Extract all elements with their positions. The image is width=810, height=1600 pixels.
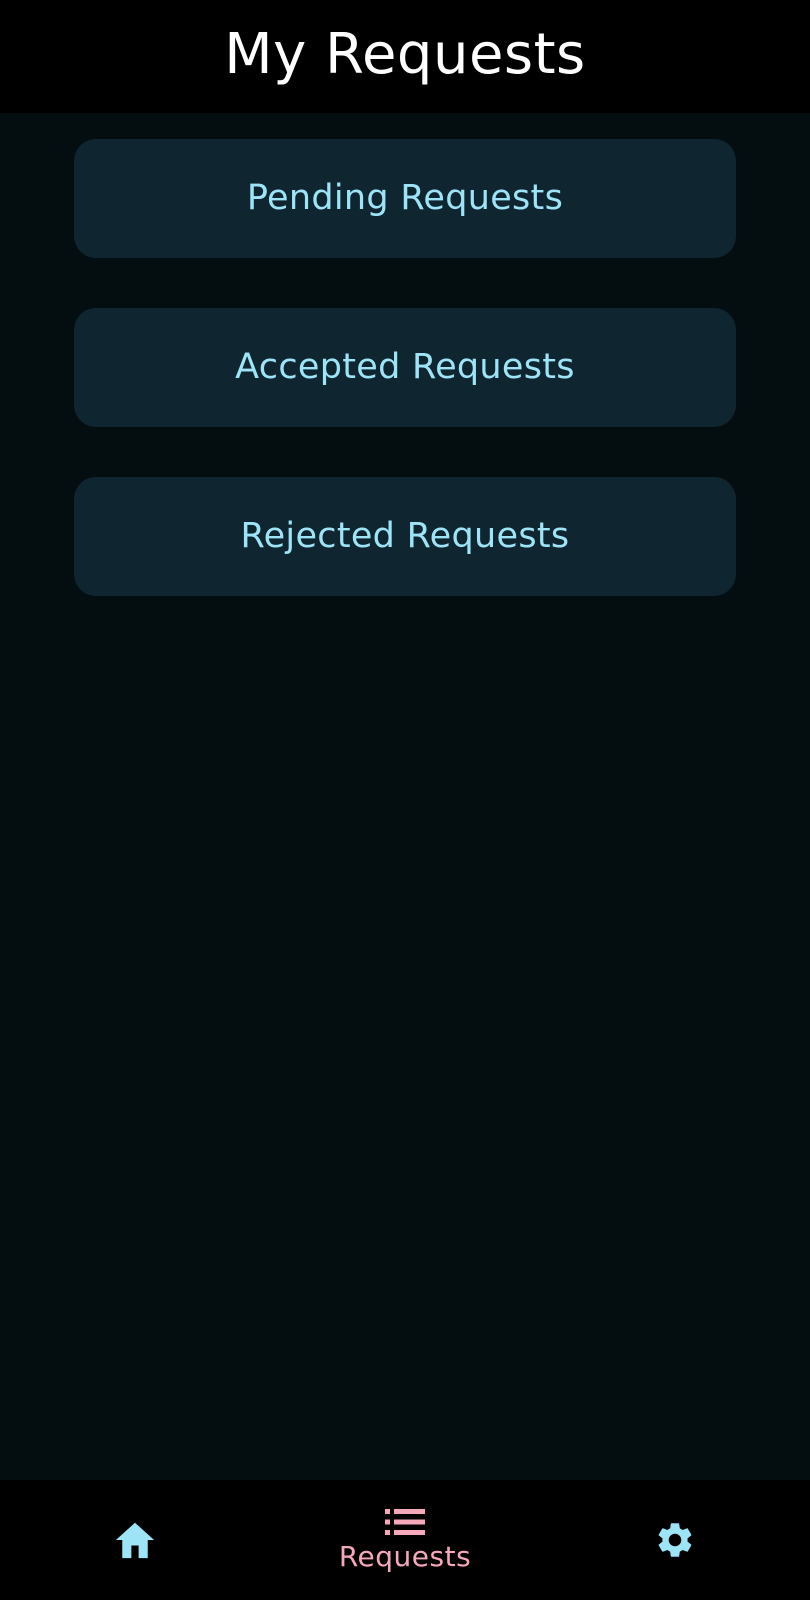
pending-requests-button[interactable]: Pending Requests <box>74 139 736 258</box>
gear-icon <box>654 1519 696 1561</box>
nav-item-requests[interactable]: Requests <box>325 1480 485 1600</box>
nav-item-settings[interactable] <box>595 1480 755 1600</box>
pending-requests-label: Pending Requests <box>246 178 564 218</box>
bottom-navigation: Requests <box>0 1480 810 1600</box>
rejected-requests-button[interactable]: Rejected Requests <box>74 477 736 596</box>
requests-list: Pending Requests Accepted Requests Rejec… <box>0 113 810 1480</box>
list-icon <box>385 1509 425 1535</box>
app-header: My Requests <box>0 0 810 113</box>
accepted-requests-label: Accepted Requests <box>235 347 575 387</box>
accepted-requests-button[interactable]: Accepted Requests <box>74 308 736 427</box>
nav-item-home[interactable] <box>55 1480 215 1600</box>
home-icon <box>113 1520 157 1560</box>
rejected-requests-label: Rejected Requests <box>240 516 570 556</box>
nav-label-requests: Requests <box>338 1540 472 1573</box>
page-title: My Requests <box>224 21 586 87</box>
